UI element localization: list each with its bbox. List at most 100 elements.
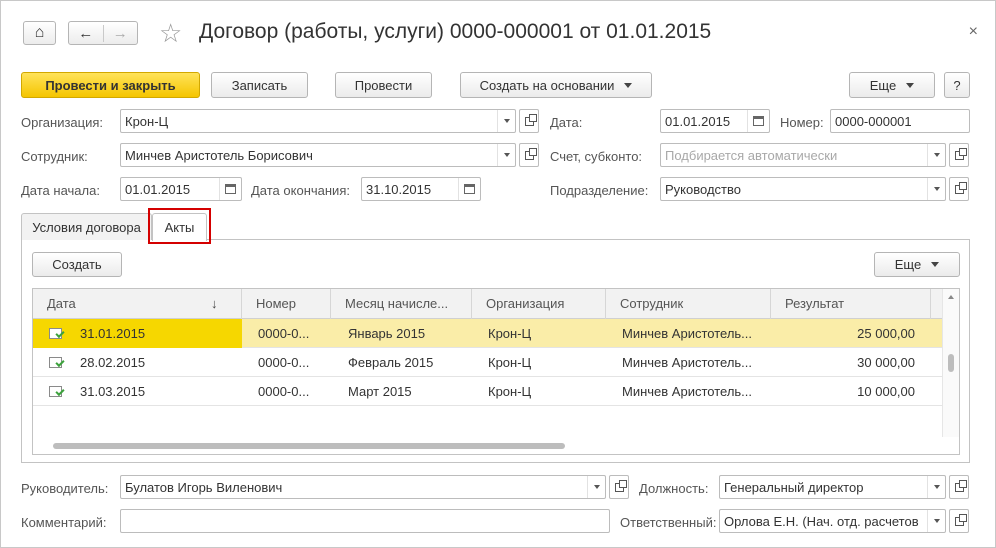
dropdown-arrow-icon[interactable] (927, 510, 945, 532)
row-number: 0000-0... (258, 355, 310, 370)
posted-document-icon (49, 328, 62, 339)
row-result: 10 000,00 (857, 384, 915, 399)
comment-field[interactable] (120, 509, 610, 533)
row-number: 0000-0... (258, 384, 310, 399)
number-label: Номер: (780, 115, 824, 130)
document-window: ⌂ ← → ☆ Договор (работы, услуги) 0000-00… (0, 0, 996, 548)
chevron-down-icon (906, 82, 915, 88)
employee-field[interactable]: Минчев Аристотель Борисович (120, 143, 516, 167)
row-employee: Минчев Аристотель... (622, 384, 753, 399)
row-organization: Крон-Ц (488, 326, 532, 341)
dropdown-arrow-icon[interactable] (927, 144, 945, 166)
create-based-on-button[interactable]: Создать на основании (460, 72, 652, 98)
open-employee-icon[interactable] (519, 143, 539, 167)
date-value: 01.01.2015 (665, 113, 731, 129)
position-label: Должность: (639, 481, 709, 496)
calendar-icon[interactable] (219, 178, 241, 200)
organization-label: Организация: (21, 115, 104, 130)
division-value: Руководство (665, 181, 741, 197)
responsible-field[interactable]: Орлова Е.Н. (Нач. отд. расчетов (719, 509, 946, 533)
tab-highlight-frame (148, 208, 211, 244)
column-header-organization[interactable]: Организация (472, 289, 606, 319)
organization-field[interactable]: Крон-Ц (120, 109, 516, 133)
row-employee: Минчев Аристотель... (622, 355, 753, 370)
end-date-value: 31.10.2015 (366, 181, 432, 197)
table-row[interactable]: 31.03.2015 0000-0... Март 2015 Крон-Ц Ми… (33, 377, 943, 406)
open-account-icon[interactable] (949, 143, 969, 167)
post-button[interactable]: Провести (335, 72, 432, 98)
post-and-close-button[interactable]: Провести и закрыть (21, 72, 200, 98)
row-month: Март 2015 (348, 384, 412, 399)
tab-contract-terms[interactable]: Условия договора (21, 213, 152, 240)
close-icon[interactable]: × (969, 23, 978, 41)
row-date: 31.01.2015 (80, 326, 146, 341)
number-value: 0000-000001 (835, 113, 912, 129)
open-manager-icon[interactable] (609, 475, 629, 499)
manager-field[interactable]: Булатов Игорь Виленович (120, 475, 606, 499)
save-button[interactable]: Записать (211, 72, 308, 98)
row-employee: Минчев Аристотель... (622, 326, 753, 341)
open-division-icon[interactable] (949, 177, 969, 201)
open-position-icon[interactable] (949, 475, 969, 499)
posted-document-icon (49, 386, 62, 397)
more-button[interactable]: Еще (849, 72, 935, 98)
column-header-date[interactable]: Дата ↓ (33, 289, 242, 319)
favorite-star-icon[interactable]: ☆ (159, 18, 182, 49)
employee-label: Сотрудник: (21, 149, 88, 164)
end-date-label: Дата окончания: (251, 183, 350, 198)
home-button[interactable]: ⌂ (23, 21, 56, 45)
calendar-icon[interactable] (747, 110, 769, 132)
account-placeholder: Подбирается автоматически (665, 147, 838, 163)
posted-document-icon (49, 357, 62, 368)
number-field[interactable]: 0000-000001 (830, 109, 970, 133)
account-label: Счет, субконто: (550, 149, 643, 164)
history-buttons: ← → (68, 21, 138, 45)
back-icon[interactable]: ← (69, 24, 104, 42)
account-field[interactable]: Подбирается автоматически (660, 143, 946, 167)
dropdown-arrow-icon[interactable] (927, 178, 945, 200)
vertical-scroll-thumb[interactable] (948, 354, 954, 372)
position-field[interactable]: Генеральный директор (719, 475, 946, 499)
division-field[interactable]: Руководство (660, 177, 946, 201)
open-responsible-icon[interactable] (949, 509, 969, 533)
row-date: 31.03.2015 (80, 384, 146, 399)
forward-icon[interactable]: → (104, 25, 138, 42)
responsible-value: Орлова Е.Н. (Нач. отд. расчетов (724, 513, 919, 529)
start-date-field[interactable]: 01.01.2015 (120, 177, 242, 201)
date-label: Дата: (550, 115, 583, 130)
horizontal-scroll-thumb[interactable] (53, 443, 565, 449)
vertical-scrollbar[interactable] (942, 289, 959, 437)
scroll-up-icon[interactable] (948, 295, 954, 299)
position-value: Генеральный директор (724, 479, 864, 495)
sort-down-icon: ↓ (211, 296, 218, 311)
calendar-icon[interactable] (458, 178, 480, 200)
acts-more-button[interactable]: Еще (874, 252, 960, 277)
dropdown-arrow-icon[interactable] (497, 144, 515, 166)
date-field[interactable]: 01.01.2015 (660, 109, 770, 133)
row-month: Январь 2015 (348, 326, 426, 341)
division-label: Подразделение: (550, 183, 649, 198)
acts-table[interactable]: Дата ↓ Номер Месяц начисле... Организаци… (32, 288, 960, 455)
column-header-employee[interactable]: Сотрудник (606, 289, 771, 319)
horizontal-scrollbar[interactable] (33, 437, 943, 454)
page-title: Договор (работы, услуги) 0000-000001 от … (199, 20, 712, 43)
create-based-on-label: Создать на основании (479, 77, 615, 93)
open-organization-icon[interactable] (519, 109, 539, 133)
column-header-number[interactable]: Номер (242, 289, 331, 319)
column-header-month[interactable]: Месяц начисле... (331, 289, 472, 319)
dropdown-arrow-icon[interactable] (927, 476, 945, 498)
row-result: 25 000,00 (857, 326, 915, 341)
chevron-down-icon (624, 82, 633, 88)
dropdown-arrow-icon[interactable] (497, 110, 515, 132)
dropdown-arrow-icon[interactable] (587, 476, 605, 498)
table-row[interactable]: 28.02.2015 0000-0... Февраль 2015 Крон-Ц… (33, 348, 943, 377)
end-date-field[interactable]: 31.10.2015 (361, 177, 481, 201)
manager-value: Булатов Игорь Виленович (125, 479, 283, 495)
create-act-button[interactable]: Создать (32, 252, 122, 277)
acts-more-label: Еще (894, 257, 922, 272)
table-row[interactable]: 31.01.2015 0000-0... Январь 2015 Крон-Ц … (33, 319, 943, 348)
help-button[interactable]: ? (944, 72, 970, 98)
column-header-result[interactable]: Результат (771, 289, 931, 319)
row-organization: Крон-Ц (488, 355, 532, 370)
responsible-label: Ответственный: (620, 515, 717, 530)
